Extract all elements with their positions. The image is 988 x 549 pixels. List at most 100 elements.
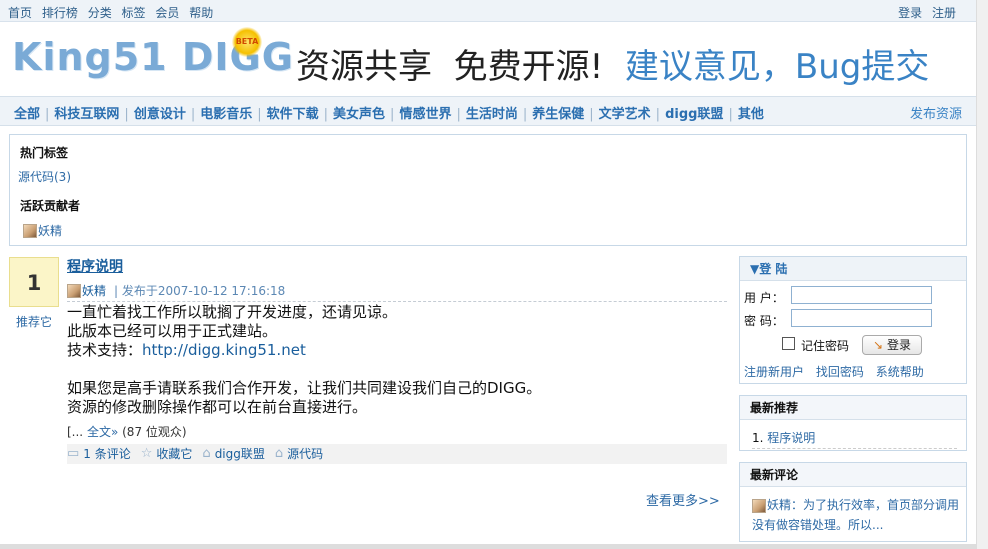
register-link[interactable]: 注册 bbox=[932, 6, 956, 20]
comment-item[interactable]: 妖精：为了执行效率，首页部分调用没有做容错处理。所以... bbox=[752, 495, 960, 535]
nav-item-literature[interactable]: 文学艺术 bbox=[599, 107, 651, 122]
top-link-tags[interactable]: 标签 bbox=[122, 6, 146, 20]
comments-link[interactable]: ▭ 1 条评论 bbox=[67, 444, 131, 464]
latest-recommend-heading: 最新推荐 bbox=[740, 396, 966, 420]
star-icon: ☆ bbox=[140, 446, 153, 461]
recommend-item-link[interactable]: 程序说明 bbox=[767, 431, 815, 445]
username-input[interactable] bbox=[791, 286, 932, 304]
nav-item-digg-alliance[interactable]: digg联盟 bbox=[665, 107, 723, 122]
list-item: 1. 程序说明 bbox=[752, 429, 957, 449]
latest-comment-heading: 最新评论 bbox=[740, 463, 966, 487]
nav-separator: | bbox=[522, 107, 528, 122]
category-list: 全部 | 科技互联网 | 创意设计 | 电影音乐 | 软件下载 | 美女声色 | 情感世界 | 生活时尚 | 养… bbox=[14, 103, 764, 122]
nav-item-all[interactable]: 全部 bbox=[14, 107, 40, 122]
slogan-part-2: 免费开源! bbox=[453, 47, 604, 87]
remember-checkbox[interactable] bbox=[782, 337, 795, 350]
register-new-user-link[interactable]: 注册新用户 bbox=[744, 365, 804, 379]
comment-icon: ▭ bbox=[67, 446, 80, 461]
favorite-label: 收藏它 bbox=[156, 447, 193, 461]
latest-recommend-panel: 最新推荐 1. 程序说明 bbox=[739, 395, 967, 451]
recommend-button[interactable]: 推荐它 bbox=[9, 313, 59, 330]
tag-label: 源代码 bbox=[287, 447, 324, 461]
login-link[interactable]: 登录 bbox=[898, 6, 922, 20]
nav-item-movie-music[interactable]: 电影音乐 bbox=[200, 107, 252, 122]
slogan-part-1: 资源共享 bbox=[296, 47, 432, 87]
author-link[interactable]: 妖精 bbox=[82, 282, 106, 299]
nav-separator: | bbox=[257, 107, 262, 122]
vertical-scrollbar[interactable] bbox=[976, 0, 988, 549]
nav-item-emotion[interactable]: 情感世界 bbox=[399, 107, 451, 122]
top-link-home[interactable]: 首页 bbox=[8, 6, 32, 20]
support-link[interactable]: http://digg.king51.net bbox=[142, 341, 306, 359]
horizontal-scrollbar[interactable] bbox=[0, 544, 976, 549]
key-icon: ↘ bbox=[872, 338, 884, 352]
avatar bbox=[23, 223, 37, 238]
view-count: (87 位观众) bbox=[122, 425, 187, 439]
nav-separator: | bbox=[728, 107, 733, 122]
feedback-link[interactable]: 建议意见，Bug提交 bbox=[625, 47, 929, 87]
top-link-help[interactable]: 帮助 bbox=[189, 6, 213, 20]
category-nav: 全部 | 科技互联网 | 创意设计 | 电影音乐 | 软件下载 | 美女声色 | 情感世界 | 生活时尚 | 养… bbox=[0, 96, 976, 126]
nav-separator: | bbox=[589, 107, 594, 122]
article: 程序说明 妖精 | 发布于2007-10-12 17:16:18 一直忙着找工作… bbox=[67, 256, 727, 464]
nav-item-design[interactable]: 创意设计 bbox=[134, 107, 186, 122]
hot-tags-heading: 热门标签 bbox=[20, 146, 69, 160]
contributor-link[interactable]: 妖精 bbox=[23, 222, 62, 239]
support-label: 技术支持： bbox=[67, 341, 143, 359]
avatar bbox=[752, 498, 766, 513]
nav-item-other[interactable]: 其他 bbox=[738, 107, 764, 122]
recover-password-link[interactable]: 找回密码 bbox=[816, 365, 864, 379]
comments-label: 1 条评论 bbox=[83, 447, 131, 461]
system-help-link[interactable]: 系统帮助 bbox=[876, 365, 924, 379]
comment-author: 妖精： bbox=[767, 498, 804, 512]
tag-link-digg[interactable]: ⌂ digg联盟 bbox=[202, 444, 264, 464]
nav-item-tech[interactable]: 科技互联网 bbox=[54, 107, 119, 122]
body-line: 技术支持：http://digg.king51.net bbox=[67, 341, 727, 360]
login-heading: ▼登 陆 bbox=[740, 257, 966, 281]
item-index: 1. bbox=[752, 431, 764, 445]
top-link-category[interactable]: 分类 bbox=[88, 6, 112, 20]
login-button[interactable]: ↘ 登录 bbox=[862, 335, 922, 355]
nav-item-beauty[interactable]: 美女声色 bbox=[333, 107, 385, 122]
nav-separator: | bbox=[655, 107, 661, 122]
body-line: 一直忙着找工作所以耽搁了开发进度，还请见谅。 bbox=[67, 303, 398, 321]
nav-separator: | bbox=[456, 107, 461, 122]
tag-link-source[interactable]: ⌂ 源代码 bbox=[275, 444, 323, 464]
contributor-name: 妖精 bbox=[38, 224, 63, 238]
more-prefix: [... bbox=[67, 425, 84, 439]
tag-icon: ⌂ bbox=[202, 446, 211, 461]
top-link-ranking[interactable]: 排行榜 bbox=[42, 6, 78, 20]
login-links: 注册新用户 找回密码 系统帮助 bbox=[744, 363, 932, 380]
tags-panel: 热门标签 源代码(3) 活跃贡献者 妖精 bbox=[9, 134, 967, 246]
nav-separator: | bbox=[124, 107, 129, 122]
nav-item-lifestyle[interactable]: 生活时尚 bbox=[466, 107, 518, 122]
login-button-label: 登录 bbox=[887, 338, 912, 352]
contributors-heading: 活跃贡献者 bbox=[20, 199, 81, 213]
login-panel: ▼登 陆 用 户： 密 码： 记住密码 ↘ 登录 注册新用户 找回密码 系统帮助 bbox=[739, 256, 967, 384]
slogan: 资源共享 免费开源! 建议意见，Bug提交 bbox=[296, 39, 929, 88]
nav-separator: | bbox=[190, 107, 196, 122]
full-text-link[interactable]: 全文» bbox=[87, 425, 118, 439]
latest-comment-panel: 最新评论 妖精：为了执行效率，首页部分调用没有做容错处理。所以... bbox=[739, 462, 967, 542]
top-bar: 首页 排行榜 分类 标签 会员 帮助 登录 注册 bbox=[0, 0, 976, 22]
site-header: King51 DIGG BETA 资源共享 免费开源! 建议意见，Bug提交 bbox=[0, 23, 976, 96]
body-line: 如果您是高手请联系我们合作开发，让我们共同建设我们自己的DIGG。 bbox=[67, 379, 542, 397]
see-more-link[interactable]: 查看更多>> bbox=[646, 490, 720, 509]
top-link-members[interactable]: 会员 bbox=[155, 6, 179, 20]
avatar bbox=[67, 283, 81, 298]
article-actions: ▭ 1 条评论 ☆ 收藏它 ⌂ digg联盟 ⌂ 源代码 bbox=[67, 444, 727, 464]
password-input[interactable] bbox=[791, 309, 932, 327]
publish-resource-link[interactable]: 发布资源 bbox=[910, 103, 962, 122]
collapse-arrow-icon[interactable]: ▼ bbox=[750, 262, 759, 276]
body-line: 此版本已经可以用于正式建站。 bbox=[67, 322, 278, 340]
beta-badge: BETA bbox=[232, 27, 262, 57]
article-title[interactable]: 程序说明 bbox=[67, 256, 123, 276]
tag-icon: ⌂ bbox=[274, 446, 284, 461]
article-body: 一直忙着找工作所以耽搁了开发进度，还请见谅。 此版本已经可以用于正式建站。 技术… bbox=[67, 303, 727, 417]
nav-item-health[interactable]: 养生保健 bbox=[532, 107, 584, 122]
favorite-link[interactable]: ☆ 收藏它 bbox=[141, 444, 193, 464]
remember-label: 记住密码 bbox=[801, 339, 850, 353]
hot-tag-link[interactable]: 源代码(3) bbox=[18, 168, 71, 185]
nav-item-software[interactable]: 软件下载 bbox=[267, 107, 319, 122]
